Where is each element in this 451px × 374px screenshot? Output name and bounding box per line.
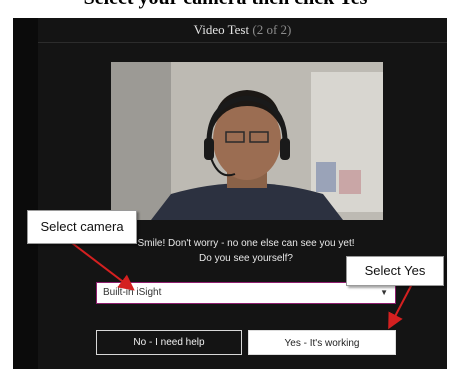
select-camera-callout: Select camera bbox=[27, 210, 137, 244]
camera-arrow bbox=[71, 242, 135, 291]
annotation-arrows bbox=[71, 242, 413, 330]
select-yes-callout: Select Yes bbox=[346, 256, 444, 286]
yes-arrow bbox=[388, 283, 413, 330]
